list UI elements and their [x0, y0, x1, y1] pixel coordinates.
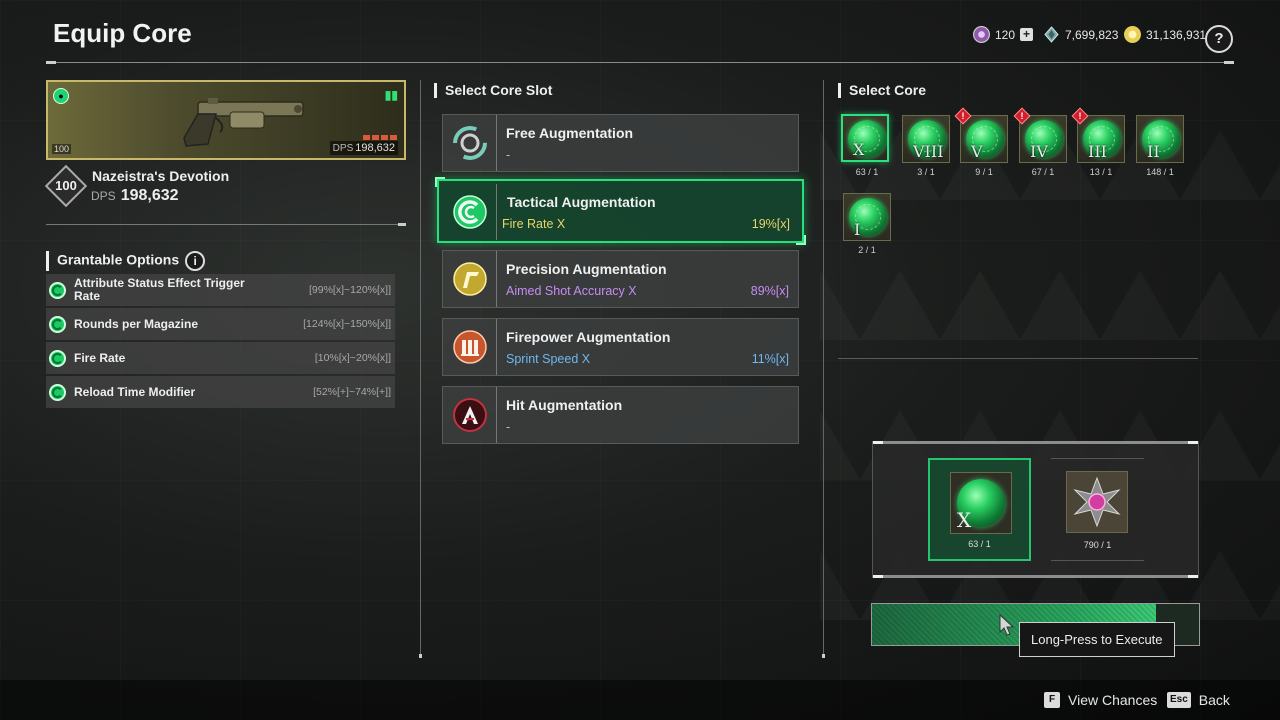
- list-item: Rounds per Magazine [124%[x]~150%[x]]: [46, 308, 395, 340]
- currency-crystals-value: 7,699,823: [1065, 27, 1119, 42]
- shard-icon: [973, 26, 990, 43]
- esc-key-icon: Esc: [1167, 692, 1191, 708]
- preview-selected-core[interactable]: X 63 / 1: [928, 458, 1031, 561]
- fire-rate-option-icon: [49, 383, 66, 401]
- column-divider: [822, 80, 825, 658]
- add-currency-button[interactable]: +: [1020, 28, 1034, 41]
- core-item-viii[interactable]: VIII: [902, 115, 950, 163]
- tactical-augmentation-icon: [452, 195, 487, 229]
- precision-augmentation-icon: [452, 262, 487, 296]
- header-divider: [46, 61, 1234, 64]
- slot-firepower-augmentation[interactable]: Firepower Augmentation Sprint Speed X 11…: [442, 318, 799, 376]
- view-chances-button[interactable]: F View Chances: [1044, 692, 1157, 708]
- fire-rate-option-icon: [49, 281, 66, 299]
- weapon-name: Nazeistra's Devotion: [92, 168, 230, 184]
- core-preview-panel: X 63 / 1 790 / 1: [872, 441, 1199, 578]
- list-item: Attribute Status Effect Trigger Rate [99…: [46, 274, 395, 306]
- right-divider: [838, 358, 1198, 359]
- execute-tooltip: Long-Press to Execute: [1019, 622, 1175, 657]
- fire-rate-option-icon: [49, 315, 66, 333]
- core-item-iv[interactable]: IV: [1019, 115, 1067, 163]
- f-key-icon: F: [1044, 692, 1060, 708]
- gold-coin-icon: [1124, 26, 1141, 43]
- select-core-slot-title: Select Core Slot: [434, 83, 552, 98]
- weapon-grade-bars: [363, 135, 397, 140]
- preview-material[interactable]: 790 / 1: [1051, 458, 1144, 561]
- slot-tactical-augmentation[interactable]: Tactical Augmentation Fire Rate X 19%[x]: [435, 177, 806, 245]
- grantable-options-title: Grantable Options i: [46, 251, 206, 271]
- core-count: 2 / 1: [858, 245, 876, 255]
- core-item-x[interactable]: X: [841, 114, 889, 162]
- core-count: 13 / 1: [1089, 167, 1113, 177]
- currency-shards-value: 120: [995, 27, 1016, 42]
- help-button[interactable]: ?: [1205, 25, 1233, 53]
- core-item-iii[interactable]: III: [1077, 115, 1125, 163]
- weapon-card[interactable]: ● ▮▮ 100 DPS 198,632: [46, 80, 406, 160]
- core-count: 148 / 1: [1146, 167, 1174, 177]
- core-item-v[interactable]: V: [960, 115, 1008, 163]
- core-item-ii[interactable]: II: [1136, 115, 1184, 163]
- preview-material-count: 790 / 1: [1083, 540, 1112, 550]
- column-divider: [419, 80, 422, 658]
- left-divider: [46, 223, 406, 226]
- hit-augmentation-icon: [452, 398, 487, 432]
- weapon-card-level: 100: [52, 144, 72, 154]
- currency-gold: 31,136,931: [1124, 26, 1206, 43]
- cursor-icon: [999, 614, 1015, 636]
- firepower-augmentation-icon: [452, 330, 487, 364]
- select-core-title: Select Core: [838, 83, 926, 98]
- weapon-dps: DPS 198,632: [91, 187, 179, 204]
- currency-crystals: 7,699,823: [1043, 26, 1118, 43]
- list-item: Reload Time Modifier [52%[+]~74%[+]]: [46, 376, 395, 408]
- currency-gold-value: 31,136,931: [1146, 27, 1207, 42]
- fire-rate-option-icon: [49, 349, 66, 367]
- weapon-status-icon: ●: [53, 88, 69, 104]
- weapon-level: 100: [55, 178, 77, 193]
- catalyst-material-icon: [1067, 472, 1127, 532]
- currency-shards: 120 +: [973, 26, 1034, 43]
- list-item: Fire Rate [10%[x]~20%[x]]: [46, 342, 395, 374]
- page-title: Equip Core: [53, 18, 192, 48]
- core-count: 63 / 1: [855, 167, 879, 177]
- slot-free-augmentation[interactable]: Free Augmentation -: [442, 114, 799, 172]
- info-icon[interactable]: i: [185, 251, 206, 271]
- preview-core-count: 63 / 1: [968, 539, 991, 549]
- ammo-icon: ▮▮: [384, 88, 398, 102]
- core-count: 67 / 1: [1031, 167, 1055, 177]
- grantable-options-list: Attribute Status Effect Trigger Rate [99…: [46, 274, 395, 410]
- free-augmentation-icon: [452, 126, 487, 160]
- crystal-icon: [1043, 26, 1060, 43]
- core-count: 3 / 1: [917, 167, 935, 177]
- core-count: 9 / 1: [975, 167, 993, 177]
- core-item-i[interactable]: I: [843, 193, 891, 241]
- slot-hit-augmentation[interactable]: Hit Augmentation -: [442, 386, 799, 444]
- weapon-card-dps: DPS 198,632: [329, 141, 398, 155]
- back-button[interactable]: Esc Back: [1167, 692, 1230, 708]
- slot-precision-augmentation[interactable]: Precision Augmentation Aimed Shot Accura…: [442, 250, 799, 308]
- revolver-icon: [183, 98, 304, 147]
